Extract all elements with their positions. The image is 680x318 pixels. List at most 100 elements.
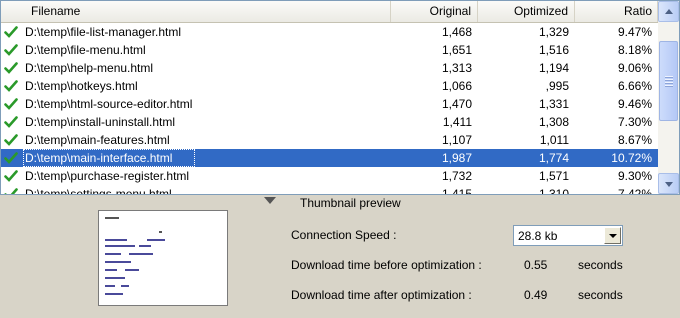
cell-optimized: 1,011 [539,133,569,147]
list-header: Filename Original Optimized Ratio [1,1,658,23]
table-row[interactable]: D:\temp\file-menu.html 1,651 1,516 8.18% [1,41,658,59]
chevron-down-icon [609,234,617,238]
scroll-grip-line [665,85,673,87]
scroll-down-arrow-icon [665,182,673,187]
thumb-line [105,253,121,255]
dropdown-button[interactable] [604,227,621,244]
download-time-after-unit: seconds [578,288,623,302]
cell-ratio: 7.30% [617,115,652,129]
cell-ratio: 9.30% [617,169,652,183]
table-row[interactable]: D:\temp\html-source-editor.html 1,470 1,33… [1,95,658,113]
cell-ratio: 7.42% [617,187,652,194]
table-row[interactable]: D:\temp\main-interface.html 1,987 1,774 10.… [1,149,658,167]
scroll-grip-line [665,82,673,84]
cell-original: 1,411 [442,115,472,129]
table-row[interactable]: D:\temp\file-list-manager.html 1,468 1,329… [1,23,658,41]
connection-speed-value: 28.8 kb [518,229,558,243]
thumb-line [105,277,125,279]
file-list[interactable]: Filename Original Optimized Ratio D:\tem… [0,0,680,195]
cell-optimized: 1,571 [538,169,569,183]
cell-filename: D:\temp\settings-menu.html [25,187,172,194]
cell-original: 1,468 [441,25,472,39]
scroll-thumb[interactable] [659,41,678,121]
cell-filename: D:\temp\install-uninstall.html [25,115,176,129]
check-icon [4,62,18,74]
thumb-line [105,245,135,247]
scroll-grip-line [665,79,673,81]
column-header-filename[interactable]: Filename [1,1,391,22]
download-time-after-value: 0.49 [524,288,548,302]
thumb-line [105,293,123,295]
cell-original: 1,415 [441,187,472,194]
thumb-line [105,269,117,271]
list-rows: D:\temp\file-list-manager.html 1,468 1,329… [1,23,658,194]
check-icon [4,98,18,110]
cell-optimized: 1,516 [538,43,569,57]
cell-filename: D:\temp\main-interface.html [23,149,195,167]
cell-ratio: 8.18% [617,43,652,57]
thumb-line [121,285,129,287]
thumb-line [105,239,127,241]
check-icon [4,26,18,38]
cell-filename: D:\temp\file-menu.html [25,43,146,57]
cell-optimized: 1,308 [538,115,569,129]
connection-speed-select[interactable]: 28.8 kb [513,225,623,246]
table-row[interactable]: D:\temp\install-uninstall.html 1,411 1,308… [1,113,658,131]
vertical-scrollbar[interactable] [658,1,679,194]
check-icon [4,116,18,128]
table-row[interactable]: D:\temp\main-features.html 1,107 1,011 8.67… [1,131,658,149]
cell-filename: D:\temp\help-menu.html [25,61,154,75]
column-header-ratio-label: Ratio [623,4,652,18]
cell-optimized: ,995 [545,79,569,93]
thumb-line [159,231,162,233]
cell-filename: D:\temp\hotkeys.html [25,79,138,93]
cell-original: 1,470 [441,97,472,111]
check-icon [4,44,18,56]
cell-ratio: 10.72% [611,151,652,165]
check-icon [4,188,18,194]
cell-filename: D:\temp\html-source-editor.html [25,97,193,111]
download-time-before-label: Download time before optimization : [291,258,482,272]
table-row[interactable]: D:\temp\help-menu.html 1,313 1,194 9.06% [1,59,658,77]
check-icon [4,170,18,182]
column-header-optimized[interactable]: Optimized [478,1,575,22]
thumbnail-preview-image [98,210,228,306]
download-time-after-label: Download time after optimization : [291,288,472,302]
thumb-line [105,261,131,263]
cell-ratio: 9.47% [617,25,652,39]
cell-filename: D:\temp\main-features.html [25,133,170,147]
scroll-up-button[interactable] [658,1,679,22]
scroll-grip-line [665,76,673,78]
cell-original: 1,987 [441,151,472,165]
thumb-line [125,269,139,271]
cell-optimized: 1,774 [538,151,569,165]
check-icon [4,80,18,92]
cell-filename: D:\temp\file-list-manager.html [25,25,182,39]
cell-optimized: 1,310 [538,187,569,194]
table-row[interactable]: D:\temp\settings-menu.html 1,415 1,310 7.42… [1,185,658,194]
cell-ratio: 9.06% [617,61,652,75]
connection-speed-label: Connection Speed : [291,228,397,242]
cell-ratio: 8.67% [617,133,652,147]
cell-original: 1,066 [441,79,472,93]
table-row[interactable]: D:\temp\hotkeys.html 1,066 ,995 6.66% [1,77,658,95]
cell-filename: D:\temp\purchase-register.html [25,169,190,183]
download-time-before-value: 0.55 [524,258,548,272]
download-time-before-unit: seconds [578,258,623,272]
cell-original: 1,651 [441,43,472,57]
thumb-line [139,245,151,247]
thumbnail-preview-label[interactable]: Thumbnail preview [300,196,401,210]
table-row[interactable]: D:\temp\purchase-register.html 1,732 1,571… [1,167,658,185]
thumb-line [129,253,153,255]
cell-optimized: 1,194 [538,61,569,75]
scroll-down-button[interactable] [658,173,679,194]
check-icon [4,134,18,146]
cell-optimized: 1,331 [538,97,569,111]
scroll-up-arrow-icon [665,9,673,14]
column-header-original[interactable]: Original [391,1,478,22]
collapse-toggle-icon[interactable] [264,197,276,204]
column-header-ratio[interactable]: Ratio [575,1,658,22]
cell-original: 1,107 [441,133,472,147]
cell-ratio: 6.66% [617,79,652,93]
cell-original: 1,732 [441,169,472,183]
